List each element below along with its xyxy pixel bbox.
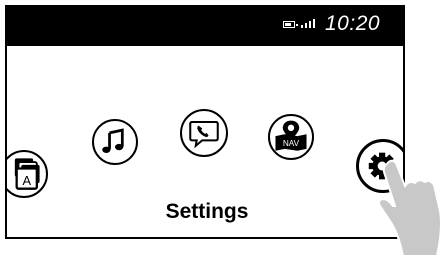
nav-label: NAV (283, 139, 300, 148)
pointing-hand-icon (378, 159, 440, 256)
display-screen: 10:20 A NAV Settings (5, 5, 405, 239)
nav-map-icon: NAV (275, 120, 307, 151)
music-button[interactable] (92, 119, 138, 165)
battery-icon (283, 21, 298, 28)
phone-button[interactable] (180, 109, 228, 157)
music-note-icon (102, 128, 124, 153)
focused-app-label: Settings (165, 200, 249, 223)
apps-stack-icon: A (14, 158, 40, 190)
status-bar: 10:20 (7, 7, 403, 46)
apps-letter: A (22, 173, 31, 188)
nav-button[interactable]: NAV (268, 114, 314, 160)
clock: 10:20 (325, 12, 381, 35)
apps-button[interactable]: A (7, 150, 48, 198)
signal-bars-icon (301, 18, 318, 28)
phone-message-icon (189, 120, 219, 149)
